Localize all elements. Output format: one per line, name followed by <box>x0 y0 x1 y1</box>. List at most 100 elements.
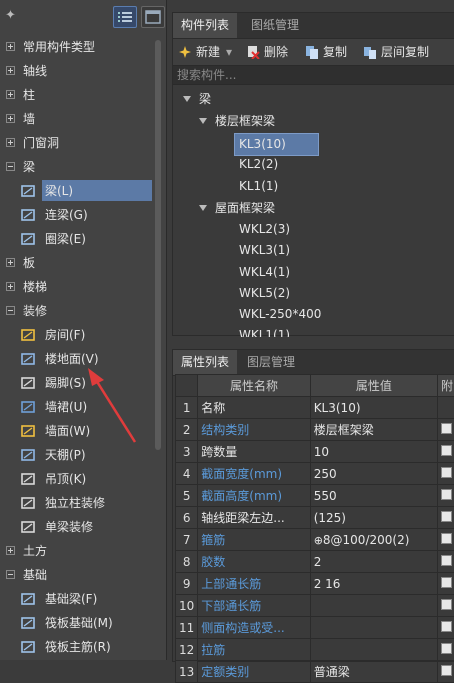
property-row[interactable]: 8胶数2 <box>176 551 454 573</box>
tree-item-wkl3[interactable]: WKL3(1) <box>239 240 290 261</box>
tree-group-floor-frame-beam[interactable]: 楼层框架梁 <box>199 111 275 132</box>
expand-icon[interactable] <box>6 258 15 267</box>
tree-item-kl2[interactable]: KL2(2) <box>239 154 278 175</box>
sidebar-item-label: 梁 <box>23 155 35 179</box>
property-value[interactable]: 2 <box>310 551 437 573</box>
expand-icon[interactable] <box>6 42 15 51</box>
attach-checkbox[interactable] <box>441 489 452 500</box>
list-view-button[interactable] <box>113 6 137 28</box>
property-row[interactable]: 5截面高度(mm)550 <box>176 485 454 507</box>
tree-item-wkl5[interactable]: WKL5(2) <box>239 283 290 304</box>
property-row[interactable]: 12拉筋 <box>176 639 454 661</box>
property-row[interactable]: 4截面宽度(mm)250 <box>176 463 454 485</box>
sidebar-category[interactable]: 板 <box>0 251 160 275</box>
sidebar-subitem[interactable]: 吊顶(K) <box>0 467 160 491</box>
collapse-arrow-icon[interactable] <box>183 96 191 102</box>
attach-checkbox[interactable] <box>441 511 452 522</box>
tree-item-wkl1[interactable]: WKL1(1) <box>239 325 290 337</box>
tree-group-roof-frame-beam[interactable]: 屋面框架梁 <box>199 198 275 219</box>
collapse-icon[interactable] <box>6 162 15 171</box>
expand-icon[interactable] <box>6 282 15 291</box>
property-row[interactable]: 9上部通长筋2 16 <box>176 573 454 595</box>
property-value[interactable]: KL3(10) <box>310 397 437 419</box>
tab-layer-management[interactable]: 图层管理 <box>239 350 303 375</box>
attach-checkbox[interactable] <box>441 533 452 544</box>
copy-button[interactable]: 复制 <box>305 43 347 61</box>
collapse-arrow-icon[interactable] <box>199 205 207 211</box>
property-row[interactable]: 3跨数量10 <box>176 441 454 463</box>
tree-item-kl1[interactable]: KL1(1) <box>239 176 278 197</box>
property-value[interactable]: 250 <box>310 463 437 485</box>
property-row[interactable]: 11侧面构造或受... <box>176 617 454 639</box>
tree-node-beam[interactable]: 梁 <box>183 89 211 110</box>
expand-icon[interactable] <box>6 66 15 75</box>
property-value[interactable]: 550 <box>310 485 437 507</box>
floor-copy-button[interactable]: 层间复制 <box>363 43 429 61</box>
tree-item-wkl-250x400[interactable]: WKL-250*400 <box>239 304 321 325</box>
attach-checkbox[interactable] <box>441 599 452 610</box>
property-row[interactable]: 2结构类别楼层框架梁 <box>176 419 454 441</box>
property-value[interactable] <box>310 617 437 639</box>
property-row[interactable]: 6轴线距梁左边...(125) <box>176 507 454 529</box>
tree-item-wkl4[interactable]: WKL4(1) <box>239 262 290 283</box>
sidebar-subitem[interactable]: 圈梁(E) <box>0 227 160 251</box>
property-value[interactable]: 普通梁 <box>310 661 437 683</box>
property-value[interactable] <box>310 595 437 617</box>
attach-checkbox[interactable] <box>441 643 452 654</box>
sidebar-subitem[interactable]: 房间(F) <box>0 323 160 347</box>
tab-drawing-management[interactable]: 图纸管理 <box>243 13 307 38</box>
sidebar-subitem[interactable]: 单梁装修 <box>0 515 160 539</box>
tab-component-list[interactable]: 构件列表 <box>173 13 237 38</box>
sidebar-category[interactable]: 门窗洞 <box>0 131 160 155</box>
sidebar-subitem[interactable]: 独立柱装修 <box>0 491 160 515</box>
tree-item-wkl2[interactable]: WKL2(3) <box>239 219 290 240</box>
property-value[interactable]: 2 16 <box>310 573 437 595</box>
sidebar-category[interactable]: 柱 <box>0 83 160 107</box>
property-row[interactable]: 13定额类别普通梁 <box>176 661 454 683</box>
expand-icon[interactable] <box>6 546 15 555</box>
sidebar-subitem[interactable]: 筏板主筋(R) <box>0 635 160 659</box>
left-scrollbar[interactable] <box>155 40 161 450</box>
new-button[interactable]: 新建▾ <box>178 43 232 61</box>
delete-button[interactable]: 删除 <box>246 43 288 61</box>
sidebar-category[interactable]: 轴线 <box>0 59 160 83</box>
expand-icon[interactable] <box>6 90 15 99</box>
property-row[interactable]: 10下部通长筋 <box>176 595 454 617</box>
property-value[interactable]: ⊕8@100/200(2) <box>310 529 437 551</box>
property-value[interactable]: 10 <box>310 441 437 463</box>
sidebar-category[interactable]: 楼梯 <box>0 275 160 299</box>
pin-icon[interactable]: ✦ <box>5 8 16 23</box>
sidebar-category[interactable]: 梁 <box>0 155 160 179</box>
attach-checkbox[interactable] <box>441 665 452 676</box>
property-row[interactable]: 1名称KL3(10) <box>176 397 454 419</box>
expand-icon[interactable] <box>6 138 15 147</box>
component-search-input[interactable]: 搜索构件... <box>173 65 454 85</box>
sidebar-subitem[interactable]: 梁(L) <box>0 179 160 203</box>
sidebar-category[interactable]: 基础 <box>0 563 160 587</box>
collapse-icon[interactable] <box>6 306 15 315</box>
collapse-arrow-icon[interactable] <box>199 118 207 124</box>
collapse-icon[interactable] <box>6 570 15 579</box>
property-value[interactable]: 楼层框架梁 <box>310 419 437 441</box>
sidebar-category[interactable]: 装修 <box>0 299 160 323</box>
sidebar-subitem[interactable]: 连梁(G) <box>0 203 160 227</box>
expand-icon[interactable] <box>6 114 15 123</box>
attach-checkbox[interactable] <box>441 577 452 588</box>
tab-property-list[interactable]: 属性列表 <box>173 350 237 375</box>
tree-item-kl3[interactable]: KL3(10) <box>234 133 319 156</box>
sidebar-category[interactable]: 土方 <box>0 539 160 563</box>
attach-checkbox[interactable] <box>441 555 452 566</box>
new-dropdown-icon[interactable]: ▾ <box>226 45 232 59</box>
property-value[interactable]: (125) <box>310 507 437 529</box>
sidebar-subitem[interactable]: 筏板基础(M) <box>0 611 160 635</box>
attach-checkbox[interactable] <box>441 467 452 478</box>
property-value[interactable] <box>310 639 437 661</box>
sidebar-subitem[interactable]: 基础梁(F) <box>0 587 160 611</box>
attach-checkbox[interactable] <box>441 445 452 456</box>
sidebar-category[interactable]: 常用构件类型 <box>0 35 160 59</box>
attach-checkbox[interactable] <box>441 621 452 632</box>
panel-view-button[interactable] <box>141 6 165 28</box>
attach-checkbox[interactable] <box>441 423 452 434</box>
sidebar-category[interactable]: 墙 <box>0 107 160 131</box>
property-row[interactable]: 7箍筋⊕8@100/200(2) <box>176 529 454 551</box>
